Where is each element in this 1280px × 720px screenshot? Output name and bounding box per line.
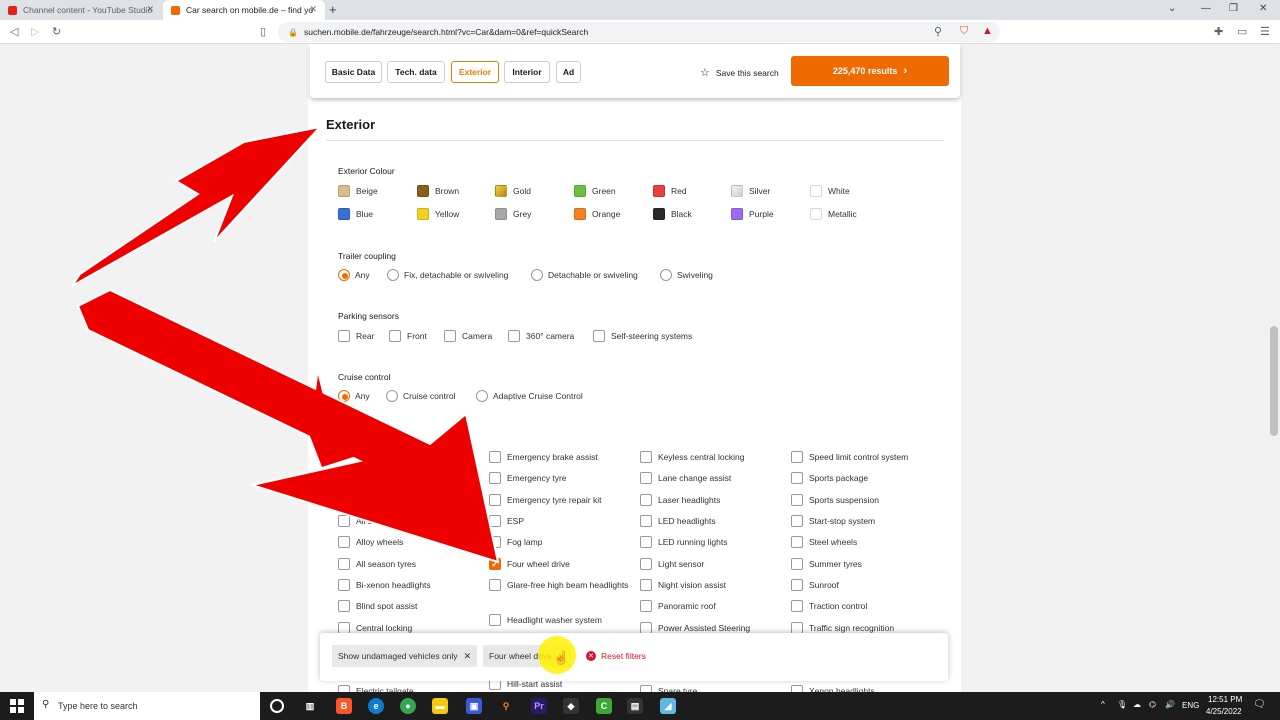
menu-icon[interactable]: ☰: [1260, 25, 1270, 38]
hand-cursor-icon: ☝: [553, 650, 570, 665]
results-label: 225,470 results: [832, 66, 898, 76]
clock-date[interactable]: 4/25/2022: [1206, 707, 1242, 716]
brave-rewards-icon[interactable]: ▲: [982, 25, 993, 37]
tab-mobile-de[interactable]: Car search on mobile.de – find yo ✕: [163, 0, 325, 20]
page-scrollbar[interactable]: [1268, 44, 1280, 692]
reset-filters-label: Reset filters: [601, 651, 646, 661]
active-filters-bar: Show undamaged vehicles only ✕ Four whee…: [320, 633, 948, 681]
notifications-icon[interactable]: 🗨: [1253, 699, 1266, 710]
browser-tabstrip: Channel content - YouTube Studio ✕ Car s…: [0, 0, 1280, 20]
page-viewport: Basic Data Tech. data Exterior Interior …: [0, 44, 1268, 692]
search-app-icon[interactable]: ⚲: [498, 698, 514, 714]
premiere-icon[interactable]: Pr: [531, 698, 547, 714]
task-view-icon[interactable]: ▥: [302, 698, 318, 714]
app-icon[interactable]: ▤: [627, 698, 643, 714]
forward-icon[interactable]: ▷: [31, 25, 39, 38]
brave-shields-icon[interactable]: ⛉: [960, 25, 968, 38]
taskbar-search[interactable]: ⚲ Type here to search: [34, 692, 260, 720]
red-arrow-icon: [76, 288, 500, 564]
save-floppy-icon[interactable]: ▣: [466, 698, 482, 714]
new-tab-icon[interactable]: +: [329, 2, 337, 17]
red-arrow-icon: [71, 125, 323, 287]
camtasia-icon[interactable]: C: [596, 698, 612, 714]
save-search-label: Save this search: [715, 67, 779, 78]
tab-search-chevron-icon[interactable]: ⌄: [1168, 3, 1176, 14]
mobile-de-favicon-icon: [171, 5, 180, 15]
browser-toolbar: ◁ ▷ ↻ ▯ 🔒 suchen.mobile.de/fahrzeuge/sea…: [0, 20, 1280, 44]
youtube-favicon-icon: [8, 5, 17, 15]
extensions-icon[interactable]: ✚: [1214, 25, 1223, 38]
tab-ad[interactable]: Ad: [556, 61, 581, 83]
maximize-icon[interactable]: ❐: [1229, 3, 1238, 14]
star-icon: ☆: [700, 67, 710, 79]
cloud-icon[interactable]: ☁: [1133, 700, 1141, 709]
reset-filters-button[interactable]: ✕ Reset filters: [586, 651, 646, 661]
windows-start-icon[interactable]: [10, 699, 24, 713]
app-icon[interactable]: ◆: [563, 698, 579, 714]
cortana-icon[interactable]: [270, 699, 284, 713]
reset-x-icon: ✕: [586, 651, 596, 661]
chip-label: Show undamaged vehicles only: [338, 651, 458, 661]
tab-title: Car search on mobile.de – find yo: [186, 5, 314, 15]
tab-tech-data[interactable]: Tech. data: [387, 61, 445, 83]
chrome-icon[interactable]: ●: [400, 698, 416, 714]
lock-icon: 🔒: [288, 27, 298, 37]
volume-icon[interactable]: 🔊: [1165, 700, 1175, 709]
save-search-button[interactable]: ☆ Save this search: [700, 66, 779, 79]
results-button[interactable]: 225,470 results ›: [791, 56, 949, 86]
bookmark-icon[interactable]: ▯: [260, 25, 266, 38]
tab-title: Channel content - YouTube Studio: [23, 5, 153, 15]
network-icon[interactable]: ⌬: [1149, 700, 1156, 709]
tab-interior[interactable]: Interior: [504, 61, 550, 83]
brave-icon[interactable]: B: [336, 698, 352, 714]
tray-chevron-icon[interactable]: ^: [1101, 700, 1105, 709]
tab-basic-data[interactable]: Basic Data: [325, 61, 382, 83]
windows-taskbar: ⚲ Type here to search ▥ B e ● ▬ ▣ ⚲ Pr ◆…: [0, 692, 1280, 720]
back-icon[interactable]: ◁: [10, 25, 18, 38]
app-icon[interactable]: ◢: [660, 698, 676, 714]
clock-time[interactable]: 12:51 PM: [1208, 695, 1242, 704]
language-indicator[interactable]: ENG: [1182, 701, 1199, 710]
microphone-icon[interactable]: 🎙: [1117, 700, 1127, 709]
edge-icon[interactable]: e: [368, 698, 384, 714]
annotation-arrows: [71, 125, 500, 564]
file-explorer-icon[interactable]: ▬: [432, 698, 448, 714]
scrollbar-thumb[interactable]: [1270, 326, 1278, 436]
close-tab-icon[interactable]: ✕: [309, 4, 317, 15]
reload-icon[interactable]: ↻: [52, 25, 61, 38]
url-text: suchen.mobile.de/fahrzeuge/search.html?v…: [303, 27, 589, 37]
search-icon: ⚲: [42, 699, 50, 710]
remove-chip-icon[interactable]: ✕: [464, 651, 472, 662]
filter-tabs-bar: Basic Data Tech. data Exterior Interior …: [310, 44, 960, 98]
filter-chip-undamaged[interactable]: Show undamaged vehicles only ✕: [332, 645, 478, 667]
minimize-icon[interactable]: —: [1201, 3, 1211, 14]
tab-exterior[interactable]: Exterior: [451, 61, 499, 83]
site-permissions-icon[interactable]: ⚲: [934, 25, 942, 38]
search-placeholder: Type here to search: [58, 701, 138, 711]
close-window-icon[interactable]: ✕: [1259, 3, 1267, 14]
tab-youtube-studio[interactable]: Channel content - YouTube Studio ✕: [0, 0, 162, 20]
address-bar[interactable]: 🔒 suchen.mobile.de/fahrzeuge/search.html…: [278, 22, 1000, 42]
chevron-right-icon: ›: [903, 65, 908, 77]
close-tab-icon[interactable]: ✕: [146, 4, 154, 15]
wallet-icon[interactable]: ▭: [1237, 25, 1247, 38]
